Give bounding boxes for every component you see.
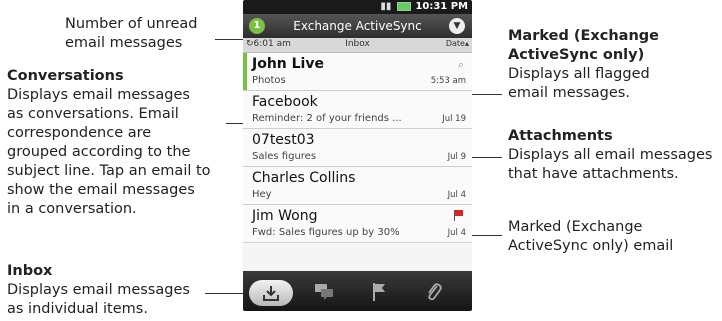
callout-text: correspondence are [7, 125, 152, 141]
email-preview: Hey [252, 189, 272, 200]
inbox-callout: Inbox Displays email messages as individ… [7, 262, 190, 319]
email-sender: Charles Collins [252, 170, 356, 186]
callout-title: Attachments [508, 128, 613, 144]
callout-text: subject line. Tap an email to [7, 163, 211, 179]
email-date: Jul 4 [447, 228, 466, 238]
tab-attachments[interactable] [408, 271, 460, 311]
callout-title: ActiveSync only) [508, 47, 645, 63]
download-tray-icon [263, 286, 279, 301]
status-bar: ▮▮ 10:31 PM [243, 0, 472, 14]
sort-arrow-icon: ▴ [464, 39, 469, 48]
sort-label: Date [445, 39, 465, 48]
callout-title: Conversations [7, 68, 124, 84]
email-sender: 07test03 [252, 132, 315, 148]
email-row[interactable]: 07test03 Sales figures Jul 9 [243, 129, 472, 167]
email-sender: Jim Wong [252, 208, 318, 224]
flag-icon [454, 210, 464, 221]
callout-text: Number of unread [65, 16, 198, 32]
email-preview: Sales figures [252, 151, 317, 162]
folder-bar: ↻6:01 am Inbox Date▴ [243, 38, 472, 53]
callout-text: that have attachments. [508, 166, 679, 182]
email-row[interactable]: Jim Wong Fwd: Sales figures up by 30% Ju… [243, 205, 472, 243]
email-date: Jul 19 [442, 114, 466, 124]
callout-text: Displays all flagged [508, 66, 650, 82]
tab-bar [243, 271, 472, 311]
folder-name: Inbox [345, 39, 370, 49]
speech-bubbles-icon [315, 284, 333, 300]
status-time: 10:31 PM [415, 1, 468, 12]
account-header[interactable]: 1 Exchange ActiveSync ▼ [243, 14, 472, 38]
marked-email-callout: Marked (Exchange ActiveSync only) email [508, 218, 673, 256]
email-date: 5:53 am [430, 76, 466, 86]
callout-text: Displays email messages [7, 282, 190, 298]
conversations-callout: Conversations Displays email messages as… [7, 67, 211, 219]
paperclip-icon [428, 283, 442, 301]
callout-text: ActiveSync only) email [508, 238, 674, 254]
attachments-callout: Attachments Displays all email messages … [508, 127, 712, 184]
email-row[interactable]: Charles Collins Hey Jul 4 [243, 167, 472, 205]
signal-icon: ▮▮ [380, 1, 392, 12]
paperclip-icon: ⌕ [457, 58, 464, 71]
callout-text: show the email messages [7, 182, 195, 198]
email-date: Jul 4 [447, 190, 466, 200]
callout-text: as individual items. [7, 301, 148, 317]
email-sender: Facebook [252, 94, 318, 110]
callout-title: Marked (Exchange [508, 28, 660, 44]
email-preview: Fwd: Sales figures up by 30% [252, 227, 400, 238]
chevron-down-icon[interactable]: ▼ [449, 18, 465, 34]
callout-text: in a conversation. [7, 201, 137, 217]
callout-text: email messages [65, 35, 183, 51]
callout-text: grouped according to the [7, 144, 191, 160]
email-row[interactable]: John Live ⌕ Photos 5:53 am [243, 53, 472, 91]
marked-callout: Marked (Exchange ActiveSync only) Displa… [508, 27, 659, 103]
callout-text: email messages. [508, 85, 630, 101]
battery-icon [397, 1, 412, 11]
callout-text: as conversations. Email [7, 106, 179, 122]
account-name: Exchange ActiveSync [293, 19, 422, 33]
email-preview: Reminder: 2 of your friends ... [252, 113, 402, 124]
email-date: Jul 9 [447, 152, 466, 162]
callout-title: Inbox [7, 263, 53, 279]
email-row[interactable]: Facebook Reminder: 2 of your friends ...… [243, 91, 472, 129]
tab-inbox[interactable] [243, 271, 295, 311]
email-sender: John Live [252, 56, 324, 72]
flag-icon [373, 283, 385, 301]
unread-count-callout: Number of unread email messages [65, 15, 197, 53]
unread-indicator [243, 53, 247, 90]
phone-screen: ▮▮ 10:31 PM 1 Exchange ActiveSync ▼ ↻6:01… [243, 0, 472, 311]
callout-text: Marked (Exchange [508, 219, 643, 235]
callout-text: Displays all email messages [508, 147, 713, 163]
email-preview: Photos [252, 75, 286, 86]
sort-button[interactable]: Date▴ [446, 39, 469, 48]
callout-text: Displays email messages [7, 87, 190, 103]
tab-conversations[interactable] [299, 271, 351, 311]
tab-marked[interactable] [353, 271, 405, 311]
